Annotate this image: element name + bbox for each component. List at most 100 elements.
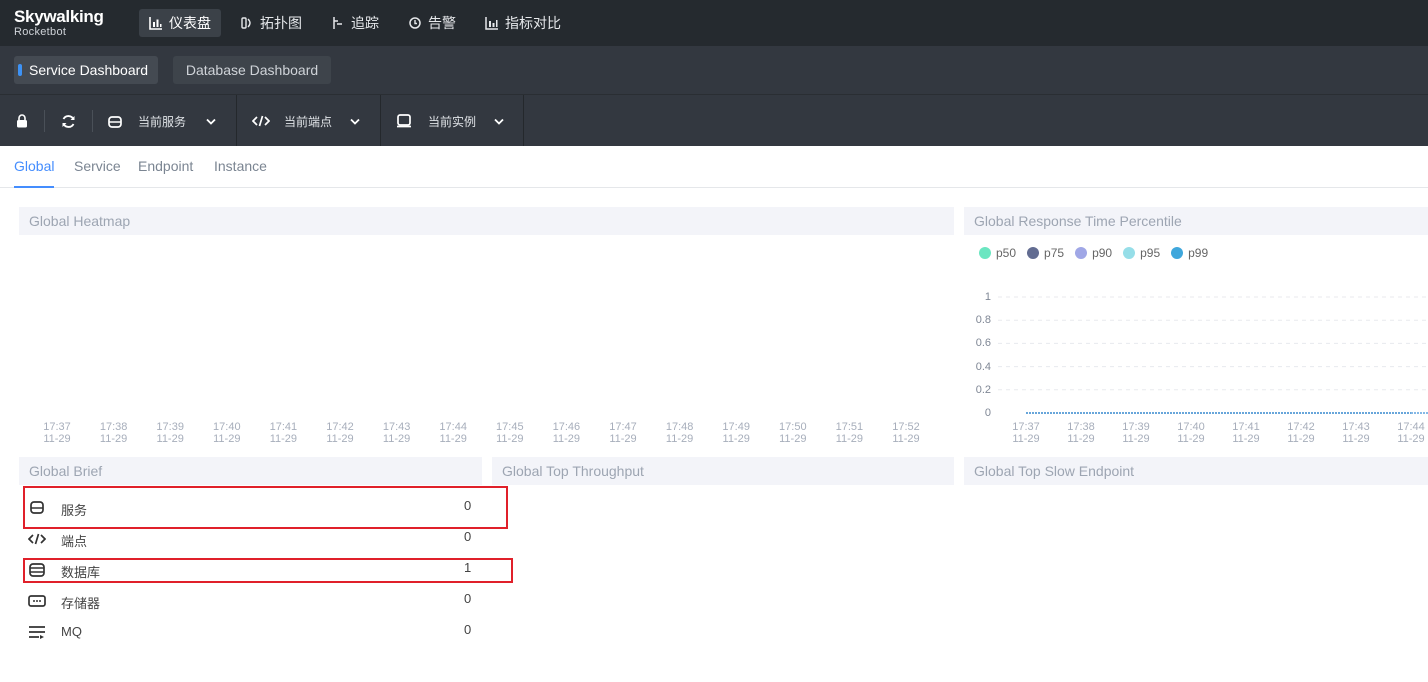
trace-icon [333,17,342,29]
heatmap-tick-label: 17:50 11-29 [779,421,807,445]
refresh-button[interactable] [58,95,78,147]
y-tick-label: 0.6 [975,337,991,350]
instance-icon [397,114,411,128]
nav-topology[interactable]: 拓扑图 [230,9,312,37]
instance-selector[interactable]: 当前实例 [396,95,524,147]
service-selector-label: 当前服务 [138,114,187,129]
heatmap-tick-label: 17:47 11-29 [609,421,637,445]
tab-endpoint[interactable]: Endpoint [138,158,193,174]
endpoint-selector[interactable]: 当前端点 [252,95,380,147]
mq-icon [29,626,45,639]
percentile-tick-label: 17:39 11-29 [1122,421,1150,445]
heatmap-tick-label: 17:44 11-29 [439,421,467,445]
brief-label: MQ [61,624,82,639]
logo-brand: Skywalking [14,7,104,26]
heatmap-tick-label: 17:46 11-29 [552,421,581,445]
tab-instance[interactable]: Instance [214,158,267,174]
legend-label: p50 [996,246,1017,260]
chevron-down-icon [350,118,360,125]
heatmap-tick-label: 17:49 11-29 [722,421,750,445]
y-tick-label: 0.2 [975,383,991,396]
chart-legend: p50 p75 p90 p95 p99 [979,246,1219,260]
chevron-down-icon [206,118,216,125]
nav-alarm-label: 告警 [428,15,456,31]
legend-dot [1027,247,1040,259]
refresh-icon [62,114,74,128]
legend-label: p95 [1140,246,1161,260]
logo[interactable]: Skywalking Rocketbot [14,8,104,39]
brief-panel-title: Global Brief [19,457,482,485]
tab-service-dashboard[interactable]: Service Dashboard [14,56,158,84]
top-navbar: Skywalking Rocketbot 仪表盘 拓扑图 追踪 告警 指标对比 [0,0,1428,46]
legend-item[interactable]: p75 [1027,246,1064,260]
nav-dashboard[interactable]: 仪表盘 [139,9,221,37]
chevron-down-icon [494,118,504,125]
instance-selector-label: 当前实例 [428,114,477,129]
nav-topology-label: 拓扑图 [260,15,302,31]
toolbar-divider [380,95,381,147]
nav-dashboard-label: 仪表盘 [169,15,211,31]
legend-item[interactable]: p99 [1171,246,1208,260]
legend-item[interactable]: p95 [1123,246,1160,260]
y-tick-label: 0.8 [975,314,991,327]
legend-item[interactable]: p50 [979,246,1016,260]
brief-value: 0 [464,591,472,606]
tab-service[interactable]: Service [74,158,121,174]
nav-compare-label: 指标对比 [505,15,561,31]
dashboard-tabbar: Service Dashboard Database Dashboard [0,46,1428,94]
service-selector[interactable]: 当前服务 [108,95,236,147]
heatmap-tick-label: 17:37 11-29 [43,421,71,445]
nav-trace[interactable]: 追踪 [321,9,389,37]
legend-dot [1075,247,1088,259]
percentile-tick-label: 17:42 11-29 [1287,421,1315,445]
percentile-tick-label: 17:37 11-29 [1012,421,1040,445]
percentile-tick-label: 17:43 11-29 [1342,421,1370,445]
brief-value: 0 [464,529,472,544]
y-tick-label: 1 [984,291,991,303]
legend-dot [1171,247,1184,259]
heatmap-tick-label: 17:40 11-29 [213,421,241,445]
brief-row-mq: MQ 0 [28,622,478,642]
legend-label: p99 [1188,246,1209,260]
heatmap-panel-title: Global Heatmap [19,207,954,235]
heatmap-tick-label: 17:39 11-29 [156,421,184,445]
nav-alarm[interactable]: 告警 [398,9,466,37]
heatmap-tick-label: 17:51 11-29 [835,421,864,445]
heatmap-tick-label: 17:52 11-29 [892,421,920,445]
nav-compare[interactable]: 指标对比 [475,9,571,37]
lock-icon [17,114,27,128]
selector-toolbar: 当前服务 当前端点 当前实例 [0,94,524,147]
throughput-panel-title: Global Top Throughput [492,457,954,485]
percentile-panel-title: Global Response Time Percentile [964,207,1428,235]
heatmap-tick-label: 17:38 11-29 [99,421,128,445]
alarm-icon [409,17,421,29]
brief-value: 0 [464,622,472,637]
subtab-bar: Global Service Endpoint Instance [0,146,1428,188]
lock-button[interactable] [12,95,32,147]
brief-label: 存储器 [61,596,101,611]
tab-global[interactable]: Global [14,158,55,188]
compare-icon [485,17,498,30]
storage-icon [28,595,46,607]
brief-row-endpoint: 端点 0 [28,529,478,549]
percentile-tick-label: 17:41 11-29 [1232,421,1260,445]
legend-label: p75 [1044,246,1065,260]
y-tick-label: 0 [984,407,991,419]
toolbar-divider [92,110,93,132]
chart-icon [149,17,162,30]
toolbar-spacer [524,94,1428,146]
toolbar-divider [44,110,45,132]
tab-database-dashboard[interactable]: Database Dashboard [173,56,331,84]
topology-icon [241,17,251,29]
endpoint-icon [28,533,46,545]
legend-item[interactable]: p90 [1075,246,1112,260]
endpoint-selector-label: 当前端点 [284,114,333,129]
code-icon [252,115,270,127]
brief-row-storage: 存储器 0 [28,591,478,611]
nav-trace-label: 追踪 [351,15,379,31]
heatmap-tick-label: 17:43 11-29 [382,421,411,445]
slow-endpoint-panel-title: Global Top Slow Endpoint [964,457,1428,485]
main-nav: 仪表盘 拓扑图 追踪 告警 指标对比 [139,9,580,37]
heatmap-tick-label: 17:42 11-29 [326,421,354,445]
heatmap-tick-label: 17:48 11-29 [665,421,694,445]
